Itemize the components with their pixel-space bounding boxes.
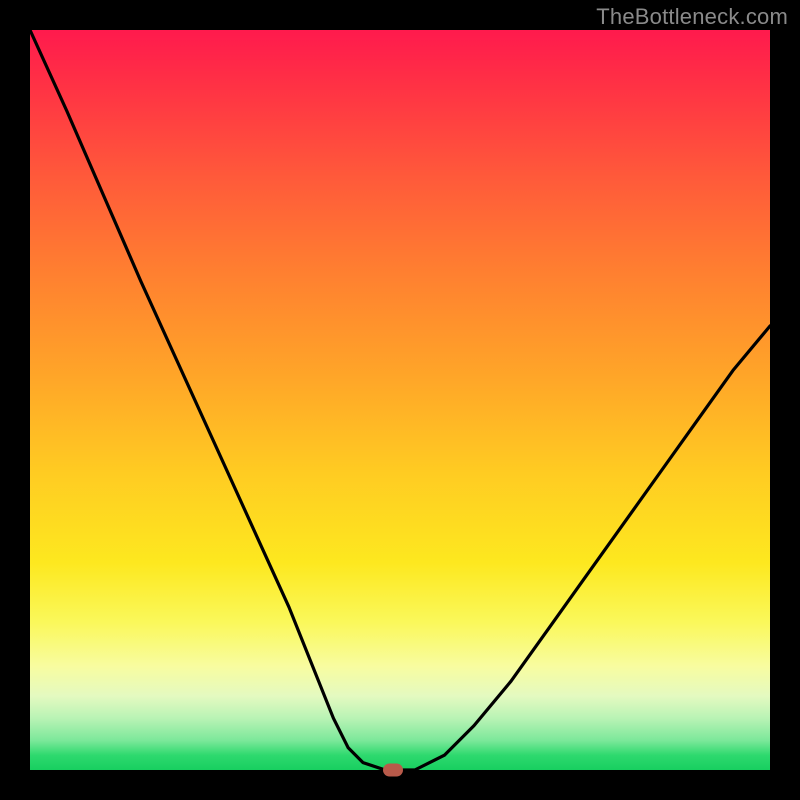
attribution-text: TheBottleneck.com (596, 4, 788, 30)
plot-area (30, 30, 770, 770)
bottleneck-curve (30, 30, 770, 770)
chart-frame: TheBottleneck.com (0, 0, 800, 800)
optimal-point-marker (383, 764, 403, 777)
